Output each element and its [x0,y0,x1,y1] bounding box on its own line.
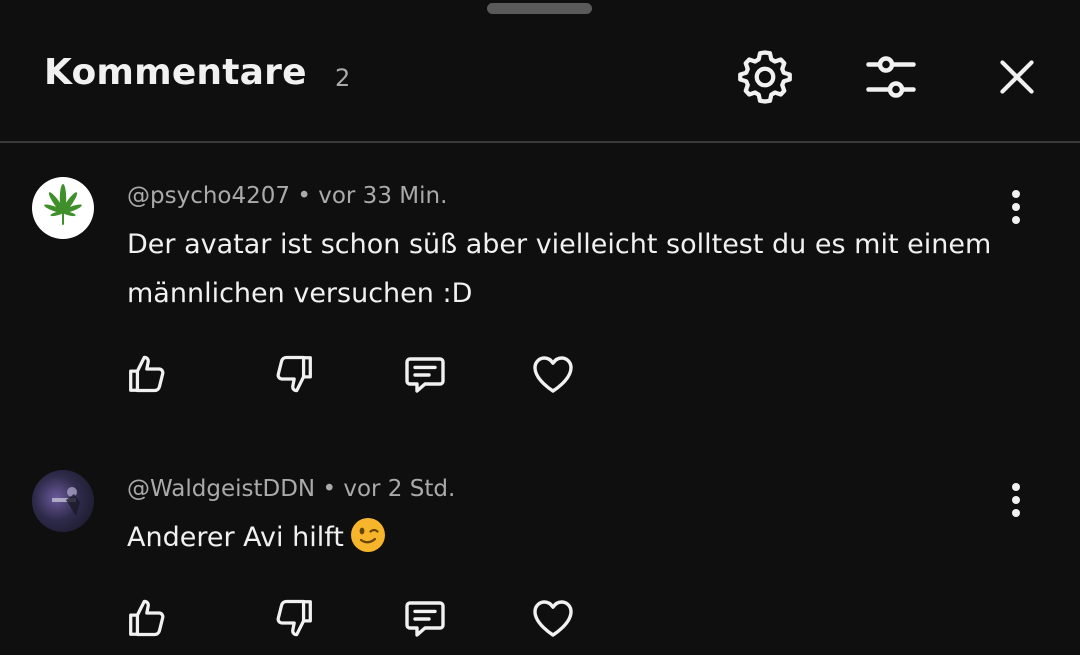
reply-button[interactable] [400,593,450,643]
more-vert-icon [1012,483,1020,517]
winking-face-icon [350,518,385,552]
cannabis-leaf-icon [44,184,82,225]
comment-author[interactable]: @WaldgeistDDN [127,476,315,502]
close-button[interactable] [986,46,1048,108]
meta-separator: • [297,183,319,209]
header-divider [0,141,1080,143]
avatar[interactable] [32,177,94,239]
meta-separator: • [322,476,344,502]
heart-button[interactable] [528,593,578,643]
comment-meta: @psycho4207 • vor 33 Min. [127,183,447,209]
comment-time: vor 2 Std. [343,476,456,502]
comment-menu-button[interactable] [996,182,1036,232]
comment-count: 2 [335,64,351,92]
gear-icon [738,50,792,104]
like-button[interactable] [122,593,172,643]
close-icon [1000,60,1034,94]
page-title: Kommentare [44,52,307,93]
sliders-icon [866,56,916,98]
reply-icon [405,357,445,393]
filter-button[interactable] [860,46,922,108]
heart-icon [533,600,573,637]
comment-meta: @WaldgeistDDN • vor 2 Std. [127,476,455,502]
comment-time: vor 33 Min. [318,183,448,209]
reply-icon [405,601,445,637]
comment-text-content: Anderer Avi hilft [127,522,344,553]
dislike-button[interactable] [269,349,319,399]
thumbs-up-icon [129,599,165,637]
settings-button[interactable] [734,46,796,108]
reply-button[interactable] [400,349,450,399]
comment-author[interactable]: @psycho4207 [127,183,290,209]
comment-text: Der avatar ist schon süß aber vielleicht… [127,229,992,309]
comment-text: Anderer Avi hilft [127,513,997,562]
heart-icon [533,356,573,393]
more-vert-icon [1012,190,1020,224]
comments-header: Kommentare 2 [0,0,1080,142]
thumbs-down-icon [276,599,312,637]
like-button[interactable] [122,349,172,399]
dislike-button[interactable] [269,593,319,643]
thumbs-down-icon [276,355,312,393]
thumbs-up-icon [129,355,165,393]
avatar[interactable] [32,470,94,532]
comment-menu-button[interactable] [996,475,1036,525]
avatar-photo [52,487,80,516]
heart-button[interactable] [528,349,578,399]
